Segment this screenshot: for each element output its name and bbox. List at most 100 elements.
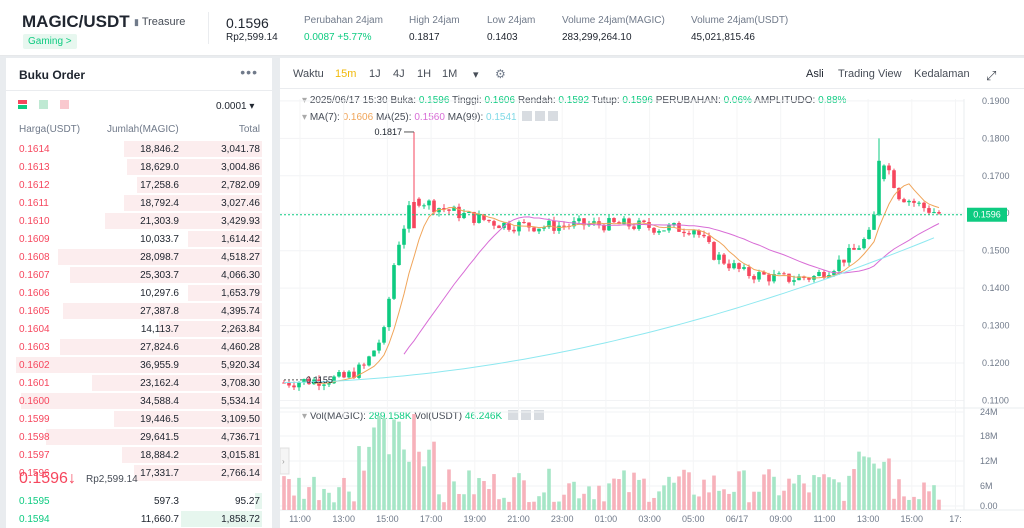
asks-only-view-icon[interactable] (60, 100, 69, 109)
ask-row[interactable]: 0.1605 27,387.8 4,395.74 (6, 302, 272, 320)
order-price: 0.1602 (19, 360, 50, 371)
order-amount: 34,588.4 (140, 396, 179, 407)
time-tick: 17: (949, 514, 962, 524)
ask-row[interactable]: 0.1604 14,113.7 2,263.84 (6, 320, 272, 338)
ask-row[interactable]: 0.1613 18,629.0 3,004.86 (6, 158, 272, 176)
candle (852, 243, 856, 250)
volume-bar (312, 476, 316, 510)
order-total: 2,766.14 (221, 468, 260, 479)
order-total: 3,004.86 (221, 162, 260, 173)
ask-row[interactable]: 0.1608 28,098.7 4,518.27 (6, 248, 272, 266)
order-total: 4,395.74 (221, 306, 260, 317)
ask-row[interactable]: 0.1606 10,297.6 1,653.79 (6, 284, 272, 302)
order-total: 4,460.28 (221, 342, 260, 353)
volume-bar (787, 478, 791, 510)
ask-row[interactable]: 0.1611 18,792.4 3,027.46 (6, 194, 272, 212)
volume-bar (782, 490, 786, 510)
order-total: 5,920.34 (221, 360, 260, 371)
candle-body (292, 385, 296, 388)
candle (562, 221, 566, 230)
price-tick: 0.1900 (982, 96, 1010, 106)
both-sides-view-icon[interactable] (18, 100, 27, 109)
candle-body (372, 350, 376, 357)
ask-row[interactable]: 0.1597 18,884.2 3,015.81 (6, 446, 272, 464)
order-price: 0.1609 (19, 234, 50, 245)
ask-row[interactable]: 0.1603 27,824.6 4,460.28 (6, 338, 272, 356)
stat-change: Perubahan 24jam 0.0087 +5.77% (304, 15, 383, 43)
volume-bar (467, 470, 471, 510)
stat-value: 283,299,264.10 (562, 32, 632, 43)
volume-bar (592, 499, 596, 510)
book-view-toggles (18, 100, 69, 109)
bid-row[interactable]: 0.1595 597.3 95.27 (6, 492, 272, 510)
volume-bar (367, 446, 371, 510)
volume-bar (672, 482, 676, 510)
volume-bar (302, 498, 306, 510)
volume-bar (902, 496, 906, 510)
volume-bar (322, 488, 326, 510)
ask-row[interactable]: 0.1607 25,303.7 4,066.30 (6, 266, 272, 284)
volume-bar (442, 502, 446, 510)
volume-bar (357, 446, 361, 510)
candle-body (347, 371, 351, 378)
order-amount: 18,792.4 (140, 198, 179, 209)
pair-title[interactable]: MAGIC/USDT (22, 12, 130, 32)
candle-body (667, 225, 671, 231)
ask-row[interactable]: 0.1600 34,588.4 5,534.14 (6, 392, 272, 410)
volume-bar (682, 469, 686, 510)
time-tick: 03:00 (638, 514, 661, 524)
volume-bar (937, 499, 941, 510)
candle-body (842, 259, 846, 263)
candle-body (677, 222, 681, 232)
ask-row[interactable]: 0.1601 23,162.4 3,708.30 (6, 374, 272, 392)
order-book-panel: Buku Order ••• 0.0001 ▾ Harga(USDT) Juml… (6, 58, 272, 528)
volume-bar (887, 458, 891, 510)
volume-bar (542, 492, 546, 510)
stat-low: Low 24jam 0.1403 (487, 15, 535, 43)
candle-body (362, 364, 366, 366)
candle-body (612, 218, 616, 223)
volume-bar (927, 491, 931, 510)
candle (787, 273, 791, 284)
price-tick: 0.1300 (982, 321, 1010, 331)
volume-bar (757, 491, 761, 510)
candle (397, 241, 401, 266)
bids-only-view-icon[interactable] (39, 100, 48, 109)
candle-body (892, 170, 896, 188)
candle-body (727, 263, 731, 269)
project-name[interactable]: ▮ Treasure (134, 16, 185, 28)
volume-bar (872, 463, 876, 510)
volume-bar (792, 483, 796, 510)
candle (712, 241, 716, 261)
candle (692, 229, 696, 238)
bid-row[interactable]: 0.1594 11,660.7 1,858.72 (6, 510, 272, 528)
ask-row[interactable]: 0.1598 29,641.5 4,736.71 (6, 428, 272, 446)
ask-row[interactable]: 0.1612 17,258.6 2,782.09 (6, 176, 272, 194)
ask-row[interactable]: 0.1610 21,303.9 3,429.93 (6, 212, 272, 230)
ask-row[interactable]: 0.1609 10,033.7 1,614.42 (6, 230, 272, 248)
candle (442, 204, 446, 213)
order-total: 2,782.09 (221, 180, 260, 191)
time-tick: 01:00 (595, 514, 618, 524)
ask-row[interactable]: 0.1599 19,446.5 3,109.50 (6, 410, 272, 428)
candle-body (887, 165, 891, 171)
ask-row[interactable]: 0.1614 18,846.2 3,041.78 (6, 140, 272, 158)
price-tick: 0.1200 (982, 358, 1010, 368)
candle (847, 244, 851, 266)
volume-tick: 12M (980, 456, 998, 466)
candle-body (562, 225, 566, 227)
candle (842, 259, 846, 267)
time-tick: 06/17 (726, 514, 749, 524)
volume-bar (752, 491, 756, 510)
category-tag[interactable]: Gaming > (23, 34, 77, 49)
ma25-line (403, 216, 940, 355)
volume-bar (482, 481, 486, 510)
order-amount: 25,303.7 (140, 270, 179, 281)
candlestick-chart[interactable]: 0.19000.18000.17000.16000.15000.14000.13… (280, 58, 1024, 528)
order-price: 0.1595 (19, 496, 50, 507)
more-icon[interactable]: ••• (240, 64, 258, 80)
ask-row[interactable]: 0.1602 36,955.9 5,920.34 (6, 356, 272, 374)
volume-tick: 0.00 (980, 501, 998, 511)
precision-select[interactable]: 0.0001 ▾ (216, 101, 254, 112)
candle (282, 380, 286, 384)
